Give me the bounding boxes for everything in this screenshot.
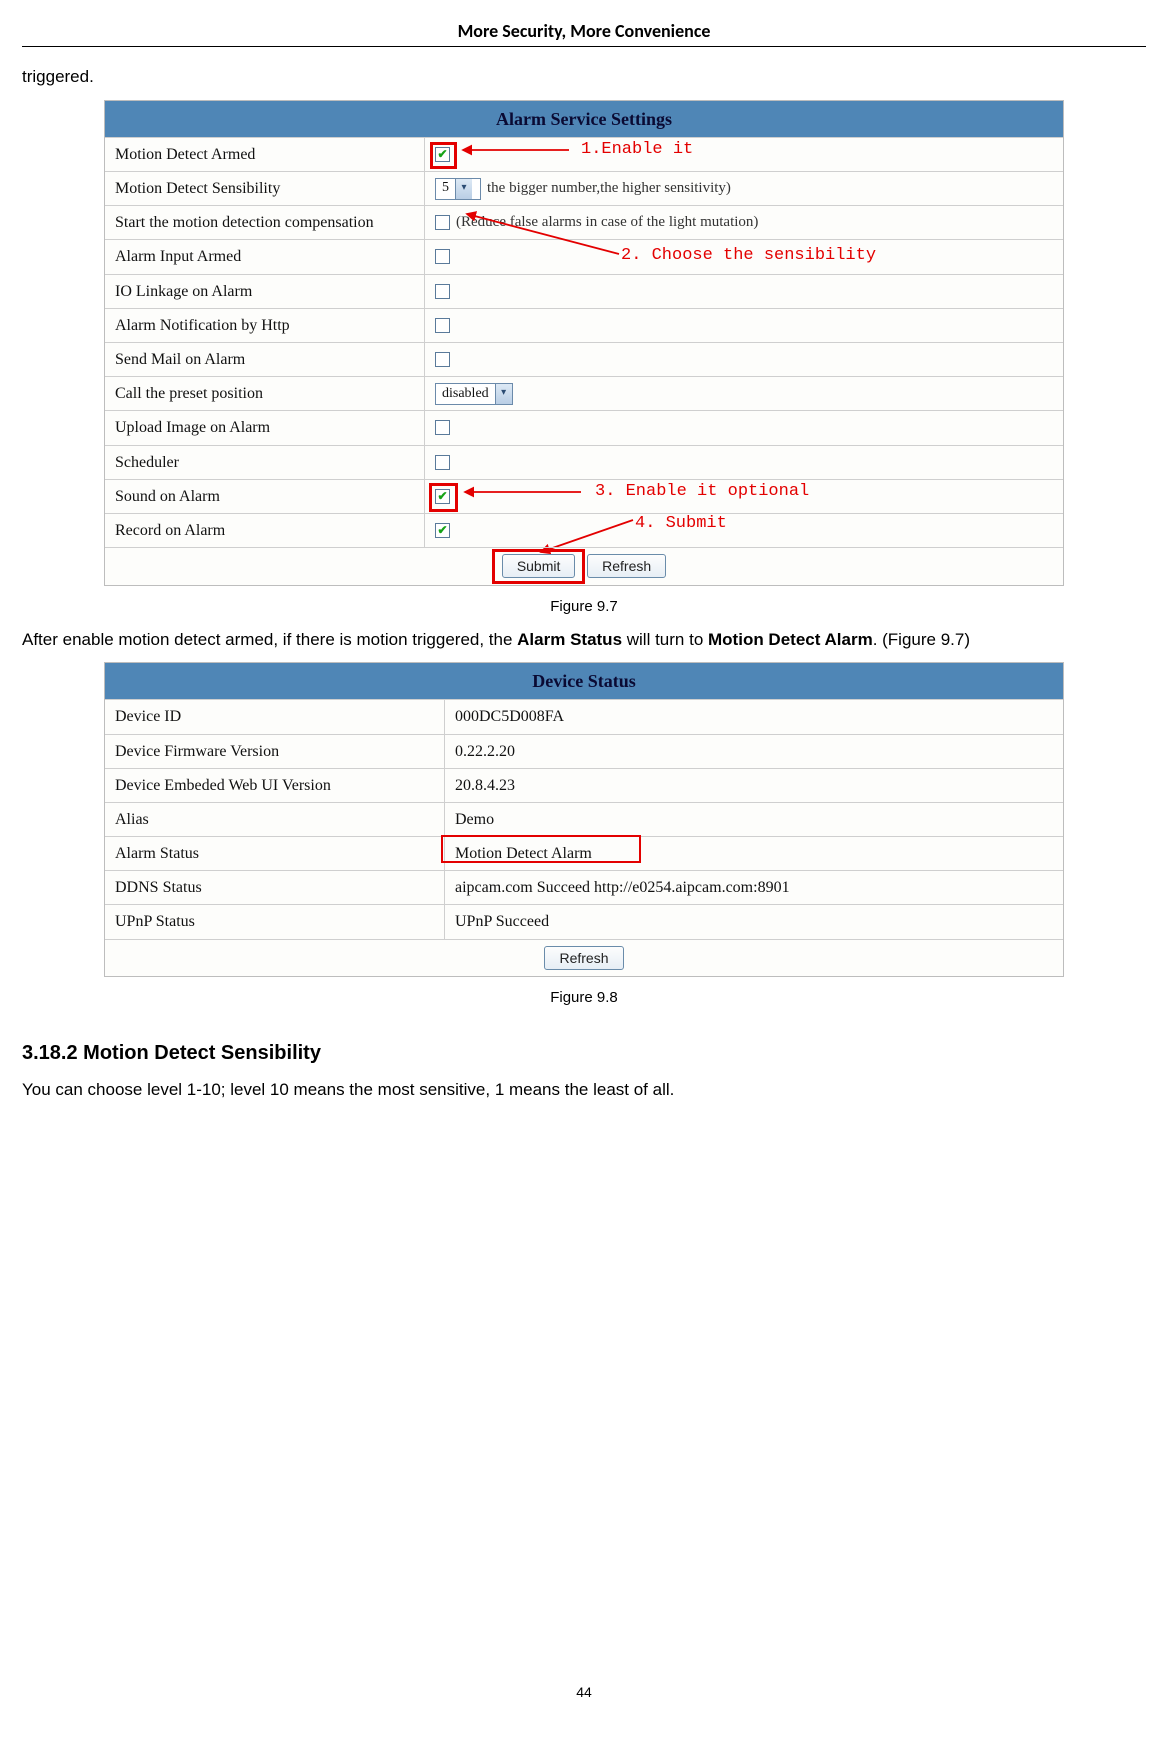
row-label: Scheduler xyxy=(105,446,425,479)
table-row: Device ID 000DC5D008FA xyxy=(105,699,1063,733)
row-label: UPnP Status xyxy=(105,905,445,938)
row-value: 20.8.4.23 xyxy=(445,769,1063,802)
table-row: UPnP Status UPnP Succeed xyxy=(105,904,1063,938)
sensibility-select[interactable]: 5 ▾ xyxy=(435,178,481,200)
row-label: Alias xyxy=(105,803,445,836)
refresh-button[interactable]: Refresh xyxy=(587,554,666,578)
row-label: Sound on Alarm xyxy=(105,480,425,513)
row-value: 000DC5D008FA xyxy=(445,700,1063,733)
refresh-button[interactable]: Refresh xyxy=(544,946,623,970)
upload-image-checkbox[interactable] xyxy=(435,420,450,435)
row-label: Send Mail on Alarm xyxy=(105,343,425,376)
annotation-4: 4. Submit xyxy=(635,512,727,537)
annotation-1: 1.Enable it xyxy=(581,138,693,163)
call-preset-select[interactable]: disabled ▾ xyxy=(435,383,513,405)
row-label: Start the motion detection compensation xyxy=(105,206,425,239)
annotation-3: 3. Enable it optional xyxy=(595,480,809,505)
figure97-caption: Figure 9.7 xyxy=(22,596,1146,618)
alarm-settings-title: Alarm Service Settings xyxy=(105,101,1063,137)
text: . (Figure 9.7) xyxy=(873,630,970,649)
page-header: More Security, More Convenience xyxy=(22,18,1146,47)
submit-button[interactable]: Submit xyxy=(502,554,576,578)
chevron-down-icon: ▾ xyxy=(495,384,512,404)
row-label: Motion Detect Armed xyxy=(105,138,425,171)
table-row: Start the motion detection compensation … xyxy=(105,205,1063,239)
page-number: 44 xyxy=(22,1682,1146,1702)
table-row: Send Mail on Alarm xyxy=(105,342,1063,376)
table-row: Device Embeded Web UI Version 20.8.4.23 xyxy=(105,768,1063,802)
table-row: Scheduler xyxy=(105,445,1063,479)
table-row: Alarm Input Armed 2. Choose the sensibil… xyxy=(105,239,1063,273)
table-row: Alarm Notification by Http xyxy=(105,308,1063,342)
button-row: Submit Refresh xyxy=(105,547,1063,585)
section-body: You can choose level 1-10; level 10 mean… xyxy=(22,1078,1146,1103)
alarm-settings-table: Alarm Service Settings Motion Detect Arm… xyxy=(104,100,1064,586)
device-status-title: Device Status xyxy=(105,663,1063,699)
table-row: DDNS Status aipcam.com Succeed http://e0… xyxy=(105,870,1063,904)
compensation-note: (Reduce false alarms in case of the ligh… xyxy=(456,212,758,234)
device-status-table: Device Status Device ID 000DC5D008FA Dev… xyxy=(104,662,1064,977)
row-label: Device ID xyxy=(105,700,445,733)
send-mail-checkbox[interactable] xyxy=(435,352,450,367)
figure98-caption: Figure 9.8 xyxy=(22,987,1146,1009)
table-row: Device Firmware Version 0.22.2.20 xyxy=(105,734,1063,768)
row-label: Device Firmware Version xyxy=(105,735,445,768)
alarm-status-value: Motion Detect Alarm xyxy=(455,842,592,865)
call-preset-value: disabled xyxy=(442,384,489,404)
table-row: Sound on Alarm 3. Enable it optional xyxy=(105,479,1063,513)
table-row: Alarm Status Motion Detect Alarm xyxy=(105,836,1063,870)
alarm-input-checkbox[interactable] xyxy=(435,249,450,264)
text: Motion Detect Alarm xyxy=(708,630,873,649)
row-label: IO Linkage on Alarm xyxy=(105,275,425,308)
table-row: Alias Demo xyxy=(105,802,1063,836)
row-value: aipcam.com Succeed http://e0254.aipcam.c… xyxy=(445,871,1063,904)
row-value: 0.22.2.20 xyxy=(445,735,1063,768)
text: After enable motion detect armed, if the… xyxy=(22,630,517,649)
table-row: Upload Image on Alarm xyxy=(105,410,1063,444)
record-on-alarm-checkbox[interactable] xyxy=(435,523,450,538)
row-value: UPnP Succeed xyxy=(445,905,1063,938)
row-label: Device Embeded Web UI Version xyxy=(105,769,445,802)
table-row: Motion Detect Sensibility 5 ▾ the bigger… xyxy=(105,171,1063,205)
row-label: Motion Detect Sensibility xyxy=(105,172,425,205)
io-linkage-checkbox[interactable] xyxy=(435,284,450,299)
row-label: DDNS Status xyxy=(105,871,445,904)
body-triggered: triggered. xyxy=(22,65,1146,90)
table-row: Call the preset position disabled ▾ xyxy=(105,376,1063,410)
motion-detect-armed-checkbox[interactable] xyxy=(435,147,450,162)
text: Alarm Status xyxy=(517,630,622,649)
row-label: Alarm Notification by Http xyxy=(105,309,425,342)
row-label: Upload Image on Alarm xyxy=(105,411,425,444)
annotation-2: 2. Choose the sensibility xyxy=(621,244,876,269)
sensibility-value: 5 xyxy=(442,178,449,198)
table-row: Record on Alarm 4. Submit xyxy=(105,513,1063,547)
text: will turn to xyxy=(622,630,708,649)
compensation-checkbox[interactable] xyxy=(435,215,450,230)
http-checkbox[interactable] xyxy=(435,318,450,333)
table-row: Motion Detect Armed 1.Enable it xyxy=(105,137,1063,171)
section-heading: 3.18.2 Motion Detect Sensibility xyxy=(22,1039,1146,1068)
row-label: Call the preset position xyxy=(105,377,425,410)
row-label: Alarm Status xyxy=(105,837,445,870)
sensibility-note: the bigger number,the higher sensitivity… xyxy=(487,178,731,200)
row-value: Demo xyxy=(445,803,1063,836)
body-after: After enable motion detect armed, if the… xyxy=(22,628,1146,653)
row-label: Record on Alarm xyxy=(105,514,425,547)
chevron-down-icon: ▾ xyxy=(455,179,472,199)
table-row: IO Linkage on Alarm xyxy=(105,274,1063,308)
row-label: Alarm Input Armed xyxy=(105,240,425,273)
sound-on-alarm-checkbox[interactable] xyxy=(435,489,450,504)
button-row: Refresh xyxy=(105,939,1063,977)
scheduler-checkbox[interactable] xyxy=(435,455,450,470)
